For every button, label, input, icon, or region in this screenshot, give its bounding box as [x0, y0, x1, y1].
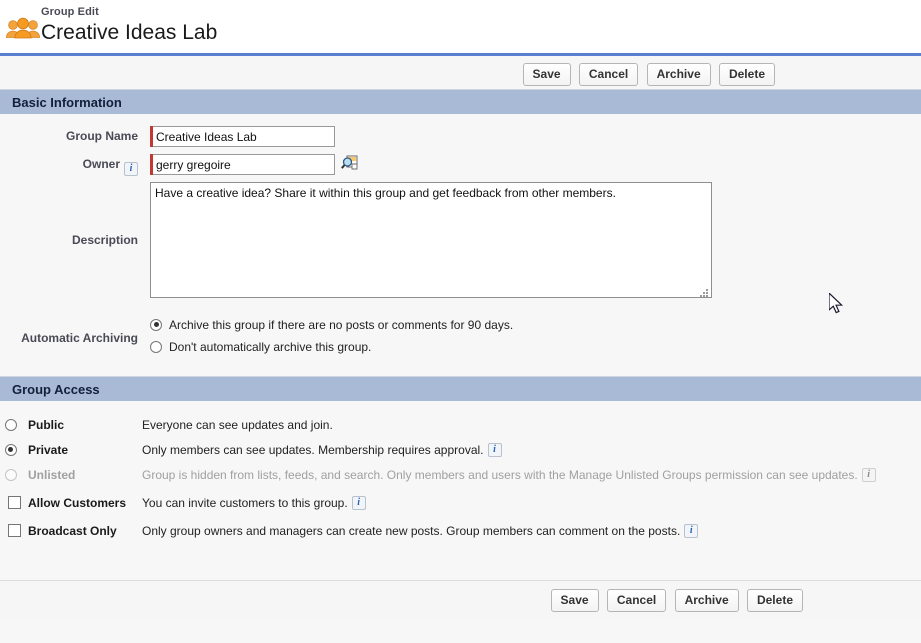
access-checkbox-allow-customers[interactable]	[7, 496, 21, 509]
access-radio-public[interactable]	[4, 418, 17, 431]
owner-label-text: Owner	[82, 157, 120, 171]
description-textarea[interactable]	[150, 182, 712, 298]
owner-input[interactable]	[153, 154, 335, 175]
owner-row: Owner i	[0, 154, 921, 176]
group-people-icon	[5, 12, 41, 48]
archive-button-top[interactable]: Archive	[646, 63, 711, 86]
description-row: Description	[0, 182, 921, 301]
owner-info-icon[interactable]: i	[124, 162, 138, 176]
description-label: Description	[71, 233, 138, 247]
group-name-row: Group Name	[0, 126, 921, 147]
automatic-archiving-label: Automatic Archiving	[21, 331, 138, 345]
page-title: Creative Ideas Lab	[41, 21, 218, 44]
group-name-input[interactable]	[153, 126, 335, 147]
unlisted-info-icon[interactable]: i	[861, 467, 876, 482]
save-button-top[interactable]: Save	[522, 63, 571, 86]
broadcast-only-info-icon[interactable]: i	[684, 523, 699, 538]
automatic-archiving-row: Automatic Archiving Archive this group i…	[0, 313, 921, 358]
archiving-option-row[interactable]: Archive this group if there are no posts…	[150, 314, 513, 335]
access-row-unlisted: Unlisted Group is hidden from lists, fee…	[0, 463, 921, 486]
access-row-public[interactable]: Public Everyone can see updates and join…	[0, 413, 921, 436]
access-description-allow-customers: You can invite customers to this group.	[142, 495, 348, 510]
access-row-private[interactable]: Private Only members can see updates. Me…	[0, 438, 921, 461]
access-description-public: Everyone can see updates and join.	[142, 417, 333, 432]
private-info-icon[interactable]: i	[487, 442, 502, 457]
page-eyebrow: Group Edit	[41, 6, 99, 18]
basic-information-section-header: Basic Information	[0, 89, 921, 114]
archiving-radio-archive-90-days[interactable]	[150, 318, 162, 331]
bottom-button-bar: Save Cancel Archive Delete	[0, 581, 921, 620]
group-name-label: Group Name	[65, 129, 138, 143]
access-row-broadcast-only[interactable]: Broadcast Only Only group owners and man…	[0, 519, 921, 542]
page-header: Group Edit Creative Ideas Lab	[0, 0, 921, 53]
archive-button-bottom[interactable]: Archive	[674, 589, 739, 612]
access-radio-private[interactable]	[4, 443, 17, 456]
group-access-options: Public Everyone can see updates and join…	[0, 401, 921, 554]
owner-label: Owner i	[0, 154, 150, 176]
delete-button-bottom[interactable]: Delete	[746, 589, 803, 612]
access-label-private: Private	[28, 442, 69, 457]
archiving-option-label: Don't automatically archive this group.	[169, 339, 372, 354]
archiving-option-label: Archive this group if there are no posts…	[169, 317, 514, 332]
basic-information-form: Group Name Owneri Description	[0, 114, 921, 376]
access-description-broadcast-only: Only group owners and managers can creat…	[142, 523, 681, 538]
allow-customers-info-icon[interactable]: i	[351, 495, 366, 510]
access-label-broadcast-only: Broadcast Only	[28, 523, 117, 538]
access-checkbox-broadcast-only[interactable]	[7, 524, 21, 537]
access-description-private: Only members can see updates. Membership…	[142, 442, 484, 457]
access-label-allow-customers: Allow Customers	[28, 495, 127, 510]
cancel-button-top[interactable]: Cancel	[578, 63, 639, 86]
archiving-option-row[interactable]: Don't automatically archive this group.	[150, 336, 513, 357]
access-label-public: Public	[28, 417, 65, 432]
lookup-magnifier-icon[interactable]	[341, 155, 358, 175]
delete-button-top[interactable]: Delete	[718, 63, 775, 86]
top-button-bar: Save Cancel Archive Delete	[0, 56, 921, 89]
archiving-radio-never-archive[interactable]	[150, 340, 162, 353]
group-access-section-header: Group Access	[0, 376, 921, 401]
automatic-archiving-options: Archive this group if there are no posts…	[150, 313, 513, 358]
access-label-unlisted: Unlisted	[28, 467, 76, 482]
access-description-unlisted: Group is hidden from lists, feeds, and s…	[142, 467, 858, 482]
access-radio-unlisted	[4, 468, 17, 481]
access-row-allow-customers[interactable]: Allow Customers You can invite customers…	[0, 491, 921, 514]
save-button-bottom[interactable]: Save	[550, 589, 599, 612]
cancel-button-bottom[interactable]: Cancel	[606, 589, 667, 612]
